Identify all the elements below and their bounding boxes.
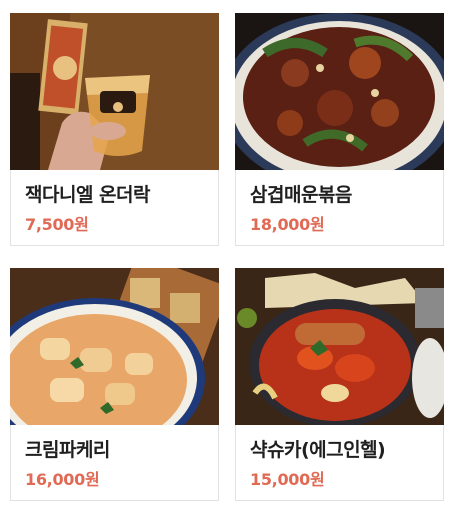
menu-card-jack-daniels[interactable]: 잭다니엘 온더락 7,500원	[10, 13, 219, 246]
menu-item-price: 18,000원	[250, 215, 325, 234]
whiskey-glass-photo	[10, 13, 219, 170]
menu-item-name: 샥슈카(에그인헬)	[250, 439, 386, 461]
menu-item-price: 15,000원	[250, 470, 325, 489]
spicy-pork-stirfry-photo	[235, 13, 444, 170]
shakshuka-photo	[235, 268, 444, 425]
menu-grid: 잭다니엘 온더락 7,500원 삼겹매운볶음 18,000원 크림파케리 16,…	[0, 0, 457, 506]
menu-item-name: 크림파케리	[25, 439, 110, 461]
menu-item-name: 잭다니엘 온더락	[25, 184, 150, 206]
menu-item-price: 16,000원	[25, 470, 100, 489]
cream-paccheri-pasta-photo	[10, 268, 219, 425]
menu-item-name: 삼겹매운볶음	[250, 184, 352, 206]
menu-card-shakshuka[interactable]: 샥슈카(에그인헬) 15,000원	[235, 268, 444, 501]
menu-card-samgyeop[interactable]: 삼겹매운볶음 18,000원	[235, 13, 444, 246]
menu-card-cream-paccheri[interactable]: 크림파케리 16,000원	[10, 268, 219, 501]
menu-item-price: 7,500원	[25, 215, 89, 234]
